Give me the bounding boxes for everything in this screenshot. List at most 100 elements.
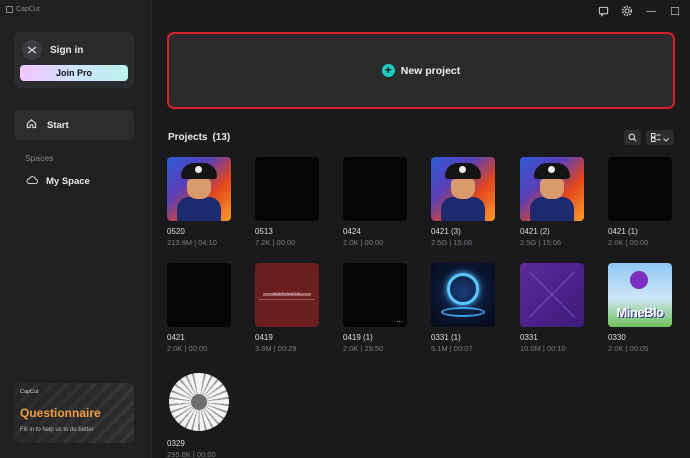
project-meta: 295.6K | 00:00 <box>167 450 216 458</box>
project-name: 0424 <box>343 227 361 236</box>
plus-icon: + <box>381 64 395 77</box>
sign-in-button[interactable]: Sign in <box>22 40 83 60</box>
join-pro-button[interactable]: Join Pro <box>20 65 128 81</box>
promo-title: Questionnaire <box>20 406 101 420</box>
projects-count: (13) <box>212 132 231 143</box>
project-card[interactable]: 0331 (1) 5.1M | 00:07 <box>431 263 497 353</box>
project-name: 0513 <box>255 227 273 236</box>
project-card[interactable]: 0421 (1) 2.0K | 00:00 <box>608 157 674 247</box>
project-thumbnail: ... <box>343 263 407 327</box>
project-thumbnail <box>167 369 231 433</box>
project-meta: 2.0K | 29:50 <box>343 344 384 353</box>
window-controls: — ☐ <box>596 4 682 18</box>
chevron-down-icon <box>663 129 669 147</box>
project-card[interactable]: 0421 (2) 2.5G | 15:06 <box>520 157 586 247</box>
app-name: CapCut <box>16 6 40 13</box>
project-card[interactable]: 0424 2.0K | 00:00 <box>343 157 409 247</box>
search-projects-button[interactable] <box>624 130 641 145</box>
project-card[interactable]: MineBlo 0330 2.0K | 00:05 <box>608 263 674 353</box>
project-card[interactable]: 0329 295.6K | 00:00 <box>167 369 233 458</box>
project-meta: 2.0K | 00:00 <box>608 238 649 247</box>
project-name: 0330 <box>608 333 626 342</box>
project-meta: 2.0K | 00:05 <box>608 344 649 353</box>
project-thumbnail <box>167 263 231 327</box>
project-card[interactable]: 0421 (3) 2.5G | 15:06 <box>431 157 497 247</box>
questionnaire-banner[interactable]: CapCut Questionnaire Fill in to help us … <box>14 383 134 443</box>
new-project-label: New project <box>400 64 461 77</box>
thumb-art <box>530 197 574 221</box>
project-name: 0419 (1) <box>343 333 373 342</box>
maximize-button[interactable]: ☐ <box>668 4 682 18</box>
sign-in-label: Sign in <box>50 44 84 56</box>
project-thumbnail: MOTIVATE <box>255 263 319 327</box>
sidebar-item-my-space[interactable]: My Space <box>14 170 134 192</box>
project-card[interactable]: 0513 7.2K | 00:00 <box>255 157 321 247</box>
project-name: 0520 <box>167 227 185 236</box>
project-thumbnail <box>608 157 672 221</box>
thumb-art <box>451 179 475 199</box>
thumb-caption: MOTIVATE <box>273 291 301 296</box>
project-card[interactable]: 0331 10.0M | 00:10 <box>520 263 586 353</box>
projects-header: Projects (13) <box>168 132 230 143</box>
project-thumbnail <box>167 157 231 221</box>
sidebar-item-label: My Space <box>46 175 90 187</box>
project-meta: 10.0M | 00:10 <box>520 344 566 353</box>
project-meta: 3.9M | 00:29 <box>255 344 297 353</box>
project-card[interactable]: MOTIVATE 0419 3.9M | 00:29 <box>255 263 321 353</box>
capcut-avatar-icon <box>22 40 42 60</box>
minimize-button[interactable]: — <box>644 4 658 18</box>
thumb-art <box>630 271 648 289</box>
project-card[interactable]: ... 0419 (1) 2.0K | 29:50 <box>343 263 409 353</box>
thumb-art <box>540 179 564 199</box>
promo-brand: CapCut <box>20 389 39 395</box>
chat-icon[interactable] <box>596 4 610 18</box>
project-card[interactable]: 0520 213.8M | 04:10 <box>167 157 233 247</box>
thumb-art <box>177 197 221 221</box>
account-card: Sign in Join Pro <box>14 32 134 88</box>
thumb-caption: MineBlo <box>616 305 664 320</box>
project-name: 0421 (2) <box>520 227 550 236</box>
thumb-art <box>441 197 485 221</box>
thumb-art <box>187 179 211 199</box>
search-icon <box>628 129 637 147</box>
thumb-art <box>259 299 315 300</box>
project-meta: 2.0K | 00:00 <box>343 238 384 247</box>
view-toggle-button[interactable] <box>646 130 674 145</box>
new-project-button[interactable]: + New project <box>167 32 675 109</box>
more-options-icon[interactable]: ... <box>396 315 403 324</box>
project-meta: 2.5G | 15:06 <box>520 238 562 247</box>
project-thumbnail <box>520 263 584 327</box>
project-meta: 2.5G | 15:06 <box>431 238 473 247</box>
capcut-logo-icon <box>6 6 13 13</box>
thumb-art <box>459 166 466 173</box>
gear-icon[interactable] <box>620 4 634 18</box>
project-name: 0331 <box>520 333 538 342</box>
project-thumbnail <box>343 157 407 221</box>
project-name: 0331 (1) <box>431 333 461 342</box>
project-card[interactable]: 0421 2.0K | 00:00 <box>167 263 233 353</box>
project-name: 0421 (3) <box>431 227 461 236</box>
project-thumbnail <box>520 157 584 221</box>
project-name: 0421 (1) <box>608 227 638 236</box>
promo-subtitle: Fill in to help us to do better <box>20 427 94 433</box>
home-icon <box>26 116 37 134</box>
project-name: 0329 <box>167 439 185 448</box>
project-name: 0419 <box>255 333 273 342</box>
project-thumbnail <box>255 157 319 221</box>
thumb-art <box>548 166 555 173</box>
spaces-heading: Spaces <box>25 153 54 163</box>
project-meta: 5.1M | 00:07 <box>431 344 473 353</box>
project-thumbnail <box>431 157 495 221</box>
project-thumbnail: MineBlo <box>608 263 672 327</box>
sidebar-item-label: Start <box>47 119 69 131</box>
app-logo: CapCut <box>6 6 40 13</box>
thumb-art <box>447 273 479 305</box>
thumb-art <box>191 394 207 410</box>
sidebar-item-start[interactable]: Start <box>14 110 134 140</box>
project-meta: 213.8M | 04:10 <box>167 238 217 247</box>
thumb-art <box>195 166 202 173</box>
project-meta: 2.0K | 00:00 <box>167 344 208 353</box>
sidebar: CapCut Sign in Join Pro Start Spaces My … <box>0 0 152 458</box>
project-meta: 7.2K | 00:00 <box>255 238 296 247</box>
project-thumbnail <box>431 263 495 327</box>
